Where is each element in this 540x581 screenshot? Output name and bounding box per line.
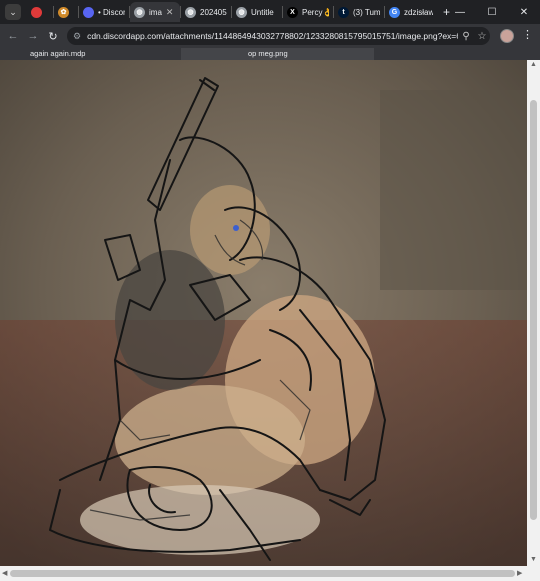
vertical-scroll-thumb[interactable]	[530, 100, 537, 520]
tab-favicon-icon: ◍	[185, 6, 196, 18]
bookmarks-bar: again again.mdp op meg.png	[0, 48, 540, 60]
tab-strip: ⌄ ✿ • Discor ◍ ima ✕ ◍ 202405 ◍ Untitle X Percy👌 t (…	[0, 0, 540, 24]
scroll-down-icon[interactable]: ▼	[530, 556, 537, 563]
tab-title: (3) Tum	[353, 7, 380, 17]
tab-title: zdzisław	[404, 7, 433, 17]
forward-arrow-icon[interactable]: →	[23, 30, 43, 42]
browser-tab[interactable]: ◍ 202405	[181, 2, 231, 22]
tab-search-icon[interactable]: ⌄	[5, 4, 21, 20]
minimize-icon[interactable]: —	[444, 7, 476, 18]
horizontal-scroll-thumb[interactable]	[10, 570, 515, 577]
url-text[interactable]: cdn.discordapp.com/attachments/114486494…	[87, 31, 458, 41]
window-controls: — ☐ ✕	[444, 0, 540, 24]
address-bar[interactable]: ⚙ cdn.discordapp.com/attachments/1144864…	[67, 27, 490, 45]
tab-favicon-icon	[83, 6, 94, 18]
browser-tab[interactable]: • Discor	[79, 2, 129, 22]
tab-favicon-icon: X	[287, 6, 298, 18]
close-window-icon[interactable]: ✕	[508, 7, 540, 18]
browser-tab[interactable]: ◍ Untitle	[232, 2, 282, 22]
scroll-up-icon[interactable]: ▲	[530, 61, 537, 68]
maximize-icon[interactable]: ☐	[476, 7, 508, 18]
tab-close-icon[interactable]: ✕	[166, 7, 174, 18]
tab-favicon-icon: t	[338, 6, 349, 18]
zoom-icon[interactable]: ⚲	[458, 31, 474, 42]
tab-favicon-icon: ◍	[236, 6, 247, 18]
browser-tab[interactable]	[27, 2, 53, 22]
tab-title: Untitle	[251, 7, 274, 17]
browser-tab[interactable]: Gzdzisław	[385, 2, 437, 22]
image-viewport	[0, 60, 527, 566]
site-info-icon[interactable]: ⚙	[73, 31, 81, 42]
bookmark-item[interactable]: op meg.png	[248, 48, 288, 60]
browser-tab[interactable]: X Percy👌	[283, 2, 333, 22]
vertical-scrollbar[interactable]: ▲ ▼	[527, 60, 540, 566]
browser-tab[interactable]: ◍ ima ✕	[130, 2, 180, 22]
scroll-right-icon[interactable]: ▶	[517, 569, 522, 577]
tab-title: Percy👌	[302, 7, 329, 17]
tab-list: ✿ • Discor ◍ ima ✕ ◍ 202405 ◍ Untitle X Percy👌 t (3)…	[27, 2, 437, 22]
tab-title: • Discor	[98, 7, 125, 17]
bookmark-star-icon[interactable]: ☆	[474, 31, 490, 42]
sketch-image	[0, 60, 527, 566]
browser-tab[interactable]: ✿	[54, 2, 78, 22]
browser-tab[interactable]: t (3) Tum	[334, 2, 384, 22]
tab-favicon-icon: G	[389, 6, 400, 18]
tab-favicon-icon: ✿	[58, 6, 69, 18]
bookmark-item[interactable]: again again.mdp	[30, 48, 85, 60]
tab-title: 202405	[200, 7, 227, 17]
scroll-left-icon[interactable]: ◀	[2, 569, 7, 577]
kebab-menu-icon[interactable]: ⋮	[522, 28, 533, 41]
tab-favicon-icon	[31, 6, 42, 18]
profile-avatar[interactable]	[500, 29, 514, 43]
browser-toolbar: ← → ↻ ⚙ cdn.discordapp.com/attachments/1…	[0, 24, 540, 48]
back-arrow-icon[interactable]: ←	[3, 30, 23, 42]
reload-icon[interactable]: ↻	[43, 30, 63, 43]
tab-favicon-icon: ◍	[134, 6, 145, 18]
horizontal-scrollbar[interactable]: ◀ ▶	[0, 566, 540, 581]
tab-title: ima	[149, 7, 162, 17]
